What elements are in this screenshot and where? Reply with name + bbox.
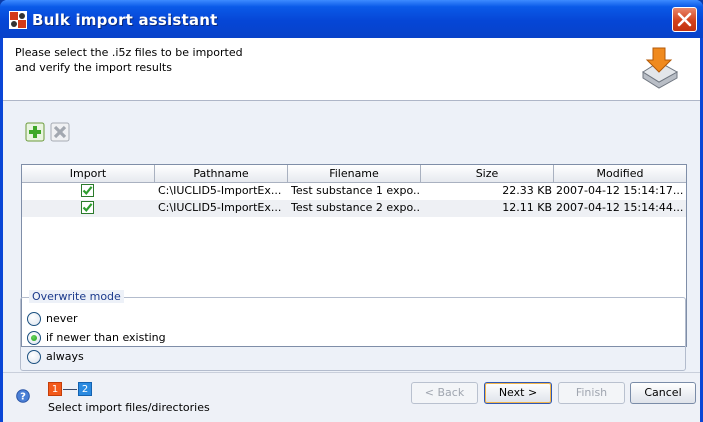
radio-never[interactable] [27,312,41,326]
close-icon [677,12,692,27]
overwrite-mode-legend: Overwrite mode [29,290,124,303]
svg-text:?: ? [20,392,26,403]
bulk-import-dialog: Bulk import assistant Please select the … [0,0,703,422]
back-button[interactable]: < Back [411,382,478,404]
help-icon[interactable]: ? [16,389,30,403]
main-panel: Import Pathname Filename Size Modified C… [3,102,700,372]
instruction-line-1: Please select the .i5z files to be impor… [15,46,243,59]
radio-if-newer[interactable] [27,331,41,345]
step-caption: Select import files/directories [48,401,210,414]
column-header-pathname[interactable]: Pathname [155,165,288,183]
cell-filename: Test substance 1 expo... [291,184,419,197]
radio-label-if-newer[interactable]: if newer than existing [46,331,166,344]
cancel-button[interactable]: Cancel [630,382,696,404]
cell-size: 12.11 KB [502,201,552,214]
cell-pathname: C:\IUCLID5-ImportEx... [158,201,282,214]
step-indicator-2: 2 [78,382,92,396]
remove-files-button[interactable] [50,122,70,142]
checkmark-icon [82,203,93,213]
column-header-modified[interactable]: Modified [554,165,686,183]
finish-button[interactable]: Finish [558,382,625,404]
radio-always[interactable] [27,350,41,364]
iuclid-app-icon [8,10,28,30]
overwrite-mode-group: Overwrite mode never if newer than exist… [20,290,686,371]
table-row[interactable]: C:\IUCLID5-ImportEx... Test substance 1 … [22,183,686,200]
import-tray-icon [635,44,683,95]
add-icon [25,122,45,142]
radio-label-never[interactable]: never [46,312,78,325]
header-panel: Please select the .i5z files to be impor… [3,38,700,101]
import-checkbox[interactable] [81,201,94,214]
close-button[interactable] [672,7,697,32]
column-header-size[interactable]: Size [421,165,554,183]
radio-label-always[interactable]: always [46,350,84,363]
cell-filename: Test substance 2 expo... [291,201,419,214]
import-checkbox[interactable] [81,184,94,197]
footer-bar: ? 1 2 Select import files/directories < … [3,372,700,422]
checkmark-icon [82,186,93,196]
cell-size: 22.33 KB [502,184,552,197]
title-bar[interactable]: Bulk import assistant [0,0,703,38]
cell-modified: 2007-04-12 15:14:44... [556,201,684,214]
column-header-import[interactable]: Import [22,165,155,183]
column-header-filename[interactable]: Filename [288,165,421,183]
add-files-button[interactable] [25,122,45,142]
step-indicator-1: 1 [48,382,62,396]
radio-selected-dot [31,335,37,341]
table-header: Import Pathname Filename Size Modified [22,165,686,183]
cell-pathname: C:\IUCLID5-ImportEx... [158,184,282,197]
instruction-line-2: and verify the import results [15,61,172,74]
window-title: Bulk import assistant [32,11,218,29]
step-connector [63,389,77,390]
remove-icon [50,122,70,142]
table-row[interactable]: C:\IUCLID5-ImportEx... Test substance 2 … [22,200,686,217]
next-button[interactable]: Next > [484,382,552,404]
cell-modified: 2007-04-12 15:14:17... [556,184,684,197]
